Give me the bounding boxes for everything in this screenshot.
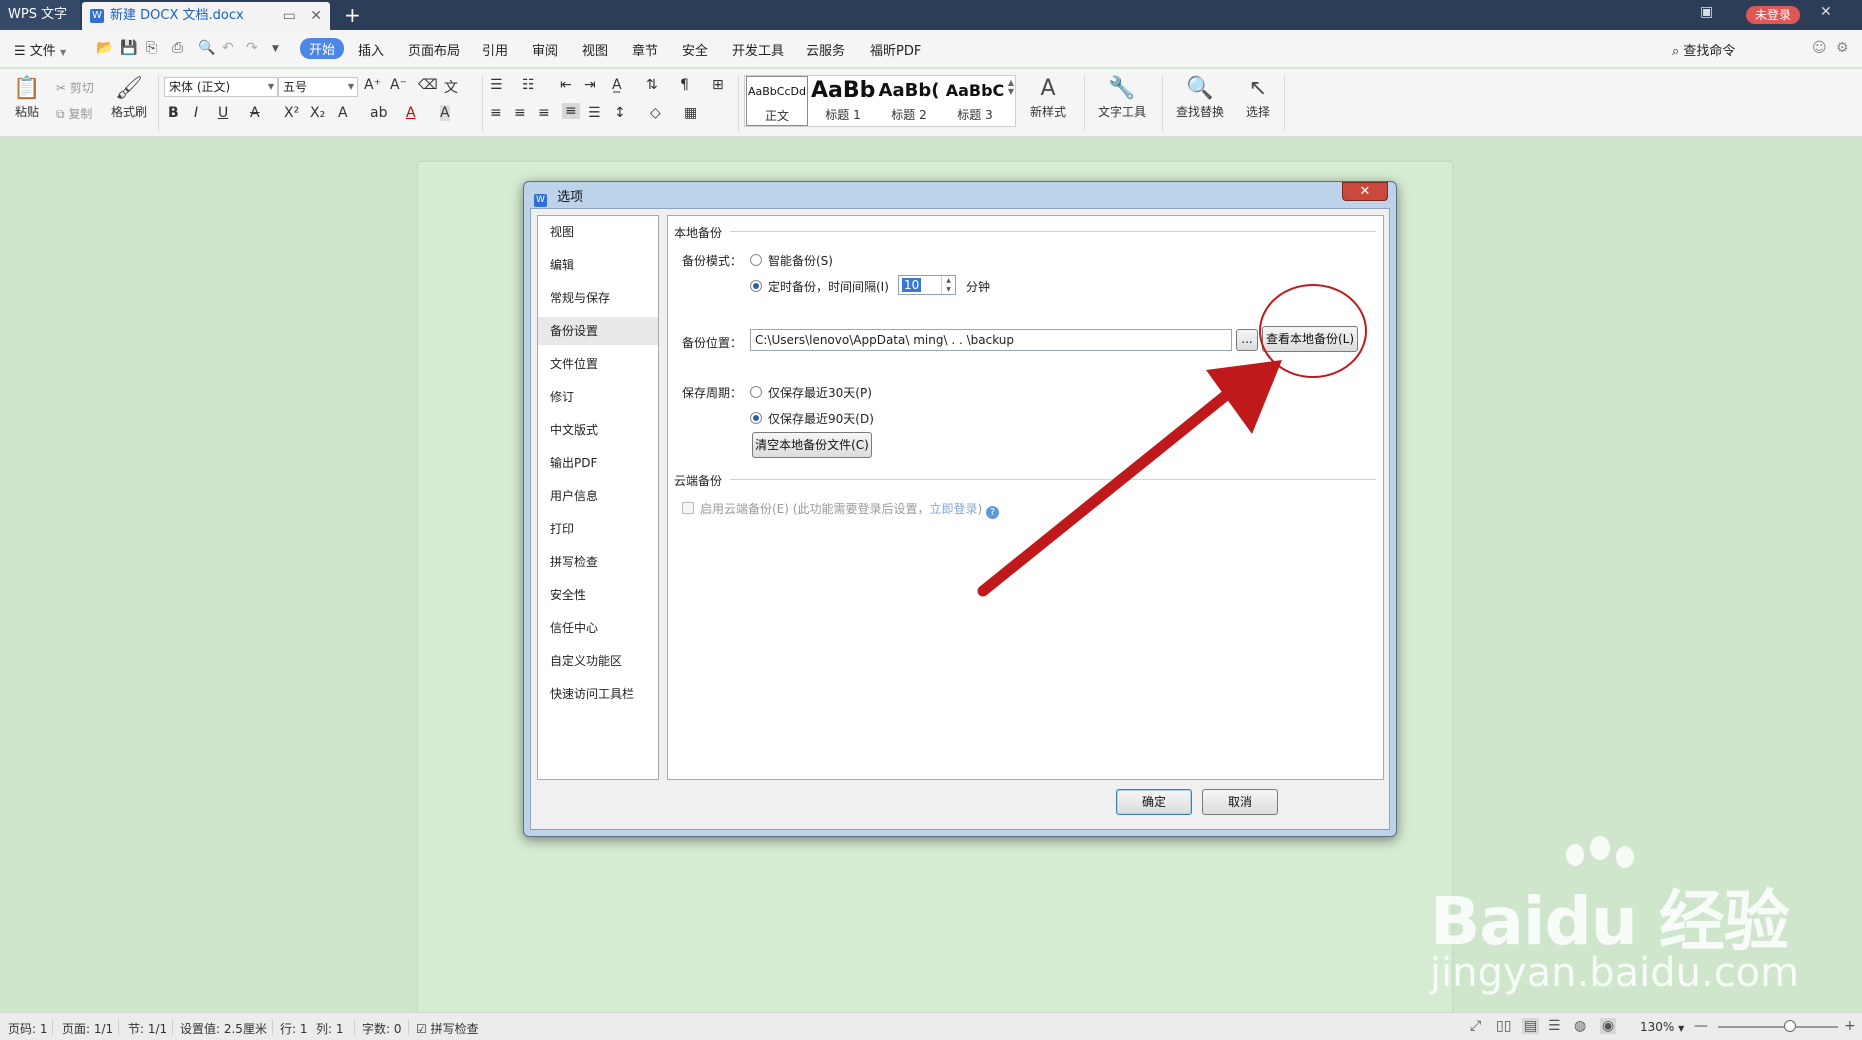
annotation-arrow-shaft <box>977 378 1246 597</box>
fullscreen-icon[interactable]: ⤢ <box>1470 1018 1481 1034</box>
status-setting-value[interactable]: 设置值: 2.5厘米 <box>180 1020 267 1037</box>
spell-check-toggle[interactable]: ☑ 拼写检查 <box>416 1020 479 1037</box>
status-divider <box>118 1019 119 1035</box>
paw-toe <box>1616 846 1634 868</box>
status-section[interactable]: 节: 1/1 <box>128 1020 167 1037</box>
spell-check-icon: ☑ <box>416 1022 427 1036</box>
status-divider <box>272 1019 273 1035</box>
watermark-brand-tail: du <box>1544 883 1637 960</box>
zoom-slider-thumb[interactable] <box>1784 1020 1796 1032</box>
baidu-watermark-url: jingyan.baidu.com <box>1430 950 1800 996</box>
status-divider <box>172 1019 173 1035</box>
page-view-icon[interactable]: ▤ <box>1522 1018 1540 1034</box>
zoom-slider-track[interactable] <box>1718 1026 1838 1028</box>
status-page-code[interactable]: 页码: 1 <box>8 1020 48 1037</box>
status-word-count[interactable]: 字数: 0 <box>362 1020 402 1037</box>
paw-toe <box>1566 844 1584 866</box>
status-row[interactable]: 行: 1 <box>280 1020 308 1037</box>
status-bar: 页码: 1 页面: 1/1 节: 1/1 设置值: 2.5厘米 行: 1 列: … <box>0 1012 1862 1040</box>
outline-view-icon[interactable]: ☰ <box>1548 1018 1561 1034</box>
watermark-brand-cn: 经验 <box>1658 883 1790 960</box>
reading-view-icon[interactable]: ▯▯ <box>1496 1018 1511 1034</box>
watermark-brand: Bai <box>1430 883 1545 960</box>
zoom-out-icon[interactable]: — <box>1694 1018 1708 1034</box>
status-divider <box>408 1019 409 1035</box>
chevron-down-icon: ▼ <box>1678 1024 1685 1033</box>
eye-protection-icon[interactable]: ◉ <box>1600 1018 1617 1034</box>
status-divider <box>354 1019 355 1035</box>
zoom-in-icon[interactable]: + <box>1844 1018 1856 1034</box>
zoom-level[interactable]: 130% ▼ <box>1640 1020 1684 1034</box>
zoom-level-value: 130% <box>1640 1020 1675 1034</box>
status-pages[interactable]: 页面: 1/1 <box>62 1020 113 1037</box>
status-divider <box>52 1019 53 1035</box>
status-column[interactable]: 列: 1 <box>316 1020 344 1037</box>
spell-check-label: 拼写检查 <box>430 1022 479 1036</box>
paw-toe <box>1590 836 1610 860</box>
web-view-icon[interactable]: ◍ <box>1574 1018 1586 1034</box>
